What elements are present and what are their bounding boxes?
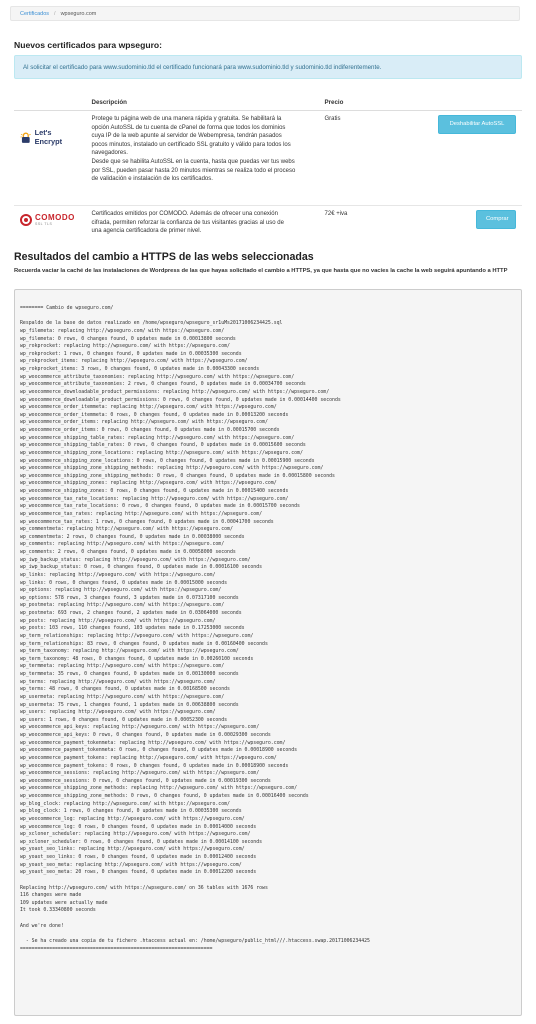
description-line: Protege tu página web de una manera rápi… [91,116,282,122]
info-alert-text: Al solicitar el certificado para www.sud… [23,63,382,71]
letsencrypt-logo: Let's Encrypt [20,128,80,146]
letsencrypt-price: Gratis [318,110,432,206]
comodo-logo-text: COMODO [35,213,75,222]
certificates-table: Descripción Precio Let's Encrypt Protege… [14,95,522,250]
description-line: pocos minutos, instalado un certificado … [91,141,291,148]
breadcrumb: Certificados / wpseguro.com [10,6,520,21]
comodo-description: Certificados emitidos por COMODO. Además… [85,205,319,250]
description-line: cuya IP de la web apunte al servidor de … [91,133,282,140]
comodo-logo-subtext: SSL TLS [35,222,53,226]
comodo-price: 72€ +iva [318,205,432,250]
letsencrypt-logo-text: Let's Encrypt [34,128,63,146]
description-line: Certificados emitidos por COMODO. Además… [91,211,278,217]
migration-log-text: ======== Cambio de wpseguro.com/ Respald… [20,305,370,952]
table-row-comodo: COMODO SSL TLS Certificados emitidos por… [14,205,522,250]
description-line: cifrada, permiten reforzar la confianza … [91,219,284,226]
table-header-row: Descripción Precio [14,95,522,111]
description-line: Desde que se habilita AutoSSL en la cuen… [91,158,295,165]
header-description: Descripción [85,95,319,111]
info-alert: Al solicitar el certificado para www.sud… [14,55,522,79]
disable-autossl-button[interactable]: Deshabilitar AutoSSL [438,115,516,134]
description-line: una agencia certificadora de primer nive… [91,228,202,235]
header-logo [14,95,86,111]
comodo-ring-icon [20,214,32,226]
breadcrumb-current: wpseguro.com [60,10,97,17]
breadcrumb-link-certificados[interactable]: Certificados [20,11,49,17]
letsencrypt-description: Protege tu página web de una manera rápi… [85,110,319,206]
description-line: opción AutoSSL de tu cuenta de cPanel de… [91,124,286,131]
certificates-title: Nuevos certificados para wpseguro: [14,40,163,50]
description-line: por SSL, pueden pasar hasta 20 minutos m… [91,167,296,174]
results-note: Recuerda vaciar la caché de las instalac… [14,268,508,274]
buy-button[interactable]: Comprar [476,210,516,229]
results-title: Resultados del cambio a HTTPS de las web… [14,251,314,263]
breadcrumb-separator: / [54,10,56,17]
comodo-logo: COMODO SSL TLS [20,214,80,226]
header-action [432,95,522,111]
table-row-letsencrypt: Let's Encrypt Protege tu página web de u… [14,110,522,206]
header-price: Precio [318,95,432,111]
description-line: navegadores. [91,150,128,157]
migration-log: ======== Cambio de wpseguro.com/ Respald… [14,289,522,1016]
padlock-icon [20,132,31,143]
description-line: de validación e instalación de los certi… [91,176,213,183]
